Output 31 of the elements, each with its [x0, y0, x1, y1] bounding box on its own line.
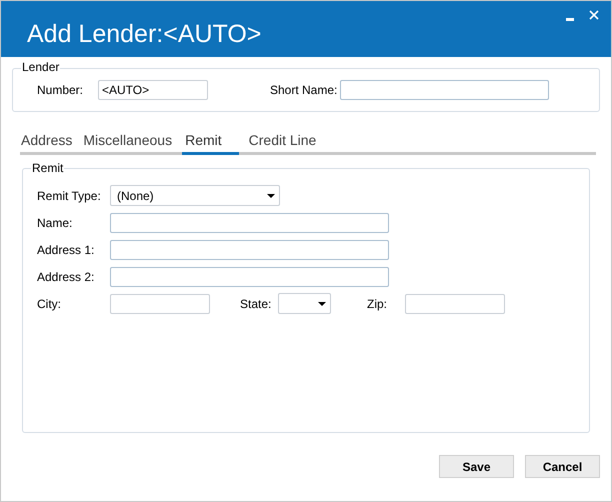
input-field[interactable] [110, 240, 389, 260]
input-field[interactable] [405, 294, 505, 314]
input-field[interactable] [340, 80, 549, 100]
dropdown[interactable]: (None) [110, 185, 280, 206]
dropdown-arrow-icon [318, 302, 326, 306]
field-label: Number: [37, 82, 84, 99]
dialog-button[interactable]: Cancel [525, 455, 600, 478]
field-label: Zip: [367, 296, 388, 312]
input-field[interactable] [110, 212, 389, 232]
minimize-icon[interactable] [566, 18, 574, 21]
tab[interactable]: Remit [182, 128, 239, 155]
group-label: Lender [21, 60, 60, 74]
tab[interactable]: Credit Line [248, 128, 318, 155]
input-field[interactable]: <AUTO> [98, 80, 208, 100]
group-label: Remit [31, 161, 64, 175]
field-label: Name: [37, 214, 74, 232]
window-title: Add Lender:<AUTO> [27, 19, 262, 49]
field-label: Address 2: [37, 268, 96, 286]
field-label: Remit Type: [37, 188, 102, 204]
tab[interactable]: Address [20, 128, 74, 155]
tab[interactable]: Miscellaneous [82, 128, 174, 155]
field-label: City: [37, 296, 62, 312]
field-label: Short Name: [270, 82, 338, 99]
field-label: Address 1: [37, 242, 96, 258]
dropdown[interactable] [278, 293, 331, 314]
input-field[interactable] [110, 266, 389, 286]
input-field[interactable] [110, 294, 210, 314]
dropdown-arrow-icon [267, 194, 275, 198]
field-label: State: [240, 296, 272, 312]
dialog-button[interactable]: Save [439, 455, 514, 478]
close-icon[interactable] [589, 10, 599, 20]
